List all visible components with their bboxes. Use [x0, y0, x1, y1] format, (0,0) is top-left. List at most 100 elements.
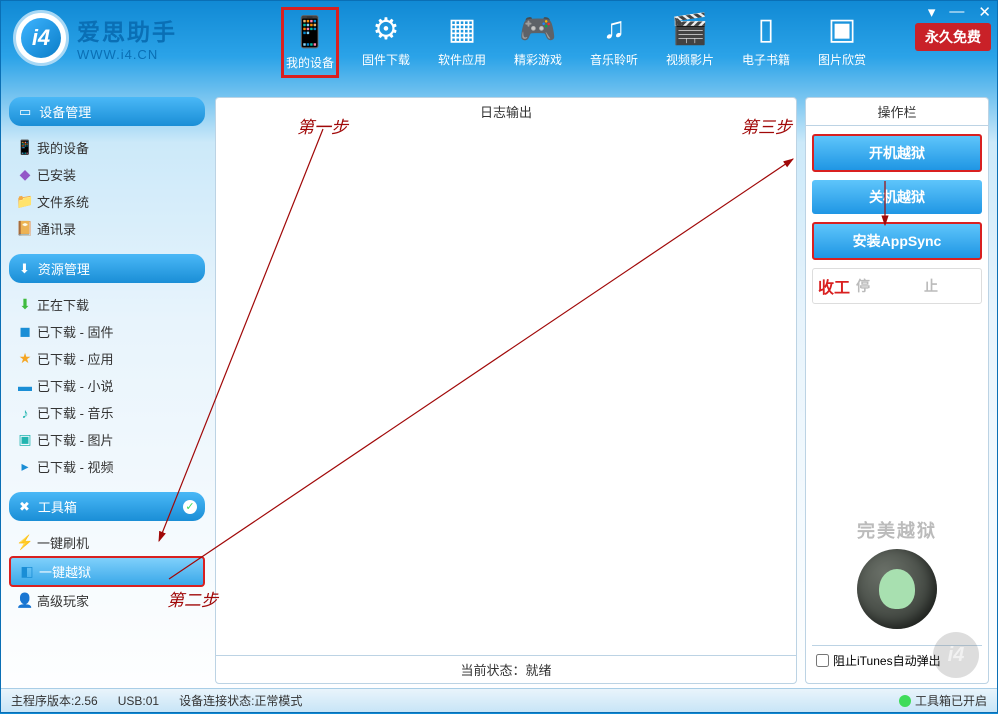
sidebar-section-label: 设备管理 — [39, 102, 91, 121]
sidebar-item-icon: 📱 — [17, 140, 33, 156]
free-badge: 永久免费 — [915, 23, 991, 51]
toolbar-icon: 🎮 — [518, 11, 558, 47]
status-prefix: 当前状态： — [460, 663, 525, 678]
toolbar-label: 电子书籍 — [742, 51, 790, 68]
sidebar-item-已下载 - 应用[interactable]: ★已下载 - 应用 — [9, 345, 205, 372]
sidebar-item-label: 文件系统 — [37, 192, 89, 211]
toolbar-图片欣赏[interactable]: ▣图片欣赏 — [813, 7, 871, 78]
sidebar-item-label: 一键越狱 — [39, 562, 91, 581]
sidebar-item-label: 正在下载 — [37, 295, 89, 314]
sidebar-item-label: 已下载 - 小说 — [37, 376, 114, 395]
check-icon: ✓ — [183, 500, 197, 514]
boot-jailbreak-button[interactable]: 开机越狱 — [812, 134, 982, 172]
logo-text: i4 — [21, 18, 61, 58]
sidebar-item-icon: ◆ — [17, 167, 33, 183]
watermark-icon: i4 — [933, 632, 979, 678]
sidebar-item-label: 一键刷机 — [37, 533, 89, 552]
sidebar-item-已下载 - 小说[interactable]: ▬已下载 - 小说 — [9, 372, 205, 399]
close-icon[interactable]: ✕ — [978, 3, 991, 21]
sidebar-item-icon: ▸ — [17, 459, 33, 475]
sidebar-item-一键刷机[interactable]: ⚡一键刷机 — [9, 529, 205, 556]
ops-header: 操作栏 — [805, 97, 989, 125]
toolbar-icon: ▣ — [822, 11, 862, 47]
toolbar-label: 固件下载 — [362, 51, 410, 68]
sidebar-item-icon: ★ — [17, 351, 33, 367]
sidebar-item-icon: ▣ — [17, 432, 33, 448]
content: 日志输出 当前状态：就绪 操作栏 开机越狱 关机越狱 安装AppSync 收工 … — [215, 97, 989, 684]
device-icon: ▭ — [19, 104, 31, 120]
dropdown-icon[interactable]: ▾ — [928, 3, 936, 21]
toolbar-icon: 📱 — [290, 14, 330, 50]
toolbar-icon: ▯ — [746, 11, 786, 47]
toolbar-我的设备[interactable]: 📱 我的设备 — [281, 7, 339, 78]
sidebar-item-label: 已下载 - 音乐 — [37, 403, 114, 422]
sidebar-section-label: 工具箱 — [38, 497, 77, 516]
toolbar-label: 软件应用 — [438, 51, 486, 68]
status-line: 当前状态：就绪 — [216, 655, 796, 683]
usb-info: USB:01 — [118, 694, 159, 708]
main-area: ▭ 设备管理 📱我的设备◆已安装📁文件系统📔通讯录 ⬇ 资源管理 ⬇正在下载◼已… — [9, 97, 989, 684]
connection-info: 设备连接状态:正常模式 — [179, 692, 302, 709]
minimize-icon[interactable]: — — [949, 3, 964, 21]
apple-icon — [879, 569, 915, 609]
app-url: WWW.i4.CN — [77, 47, 177, 62]
block-itunes-label: 阻止iTunes自动弹出 — [833, 652, 941, 669]
sidebar-item-已安装[interactable]: ◆已安装 — [9, 161, 205, 188]
wrench-icon: ✖ — [19, 499, 30, 515]
jailbreak-visual: 完美越狱 — [812, 517, 982, 637]
sidebar-item-label: 高级玩家 — [37, 591, 89, 610]
sidebar-item-label: 已下载 - 视频 — [37, 457, 114, 476]
sidebar-item-文件系统[interactable]: 📁文件系统 — [9, 188, 205, 215]
statusbar: 主程序版本:2.56 USB:01 设备连接状态:正常模式 工具箱已开启 — [1, 688, 997, 712]
logo-area: i4 爱思助手 WWW.i4.CN — [1, 10, 177, 66]
titlebar: i4 爱思助手 WWW.i4.CN ▾ — ✕ 永久免费 📱我的设备⚙固件下载▦… — [1, 1, 997, 74]
toolbar-软件应用[interactable]: ▦ 软件应用 — [433, 7, 491, 78]
sidebar-item-正在下载[interactable]: ⬇正在下载 — [9, 291, 205, 318]
toolbar-固件下载[interactable]: ⚙固件下载 — [357, 7, 415, 78]
top-toolbar: 📱 我的设备 ⚙固件下载 ▦ 软件应用 🎮 精彩游戏 ♫音乐聆听 🎬视频影片 ▯ 电子书籍 ▣图片欣赏 — [281, 7, 871, 78]
toolbar-精彩游戏[interactable]: 🎮 精彩游戏 — [509, 7, 567, 78]
sidebar-items-resource: ⬇正在下载◼已下载 - 固件★已下载 - 应用▬已下载 - 小说♪已下载 - 音… — [9, 289, 205, 486]
sidebar-item-已下载 - 固件[interactable]: ◼已下载 - 固件 — [9, 318, 205, 345]
shutdown-jailbreak-button[interactable]: 关机越狱 — [812, 180, 982, 214]
toolbar-视频影片[interactable]: 🎬视频影片 — [661, 7, 719, 78]
sidebar-item-label: 已下载 - 固件 — [37, 322, 114, 341]
toolbar-电子书籍[interactable]: ▯ 电子书籍 — [737, 7, 795, 78]
sidebar-item-一键越狱[interactable]: ◧一键越狱 — [9, 556, 205, 587]
sidebar-item-已下载 - 视频[interactable]: ▸已下载 - 视频 — [9, 453, 205, 480]
sidebar-item-label: 通讯录 — [37, 219, 76, 238]
sidebar-item-icon: ◼ — [17, 324, 33, 340]
toolbar-label: 视频影片 — [666, 51, 714, 68]
app-logo: i4 — [13, 10, 69, 66]
toolbar-label: 我的设备 — [286, 54, 334, 71]
sidebar-item-我的设备[interactable]: 📱我的设备 — [9, 134, 205, 161]
toolbar-icon: ▦ — [442, 11, 482, 47]
sidebar-item-label: 已下载 - 应用 — [37, 349, 114, 368]
sidebar-item-通讯录[interactable]: 📔通讯录 — [9, 215, 205, 242]
finish-annotation: 收工 — [818, 274, 850, 298]
jailbreak-orb-icon — [857, 549, 937, 629]
sidebar-item-label: 已安装 — [37, 165, 76, 184]
log-panel: 日志输出 当前状态：就绪 — [215, 97, 797, 684]
sidebar-item-icon: ◧ — [19, 564, 35, 580]
sidebar-item-icon: ⬇ — [17, 297, 33, 313]
sidebar-header-resource[interactable]: ⬇ 资源管理 — [9, 254, 205, 283]
download-icon: ⬇ — [19, 261, 30, 277]
block-itunes-checkbox[interactable] — [816, 654, 829, 667]
app-name: 爱思助手 — [77, 13, 177, 47]
status-value: 就绪 — [526, 663, 552, 678]
sidebar-item-icon: 📁 — [17, 194, 33, 210]
sidebar-header-tools[interactable]: ✖ 工具箱 ✓ — [9, 492, 205, 521]
toolbar-音乐聆听[interactable]: ♫音乐聆听 — [585, 7, 643, 78]
log-body — [216, 125, 796, 655]
sidebar-item-icon: 📔 — [17, 221, 33, 237]
sidebar-item-已下载 - 图片[interactable]: ▣已下载 - 图片 — [9, 426, 205, 453]
sidebar-header-device[interactable]: ▭ 设备管理 — [9, 97, 205, 126]
sidebar-item-icon: ♪ — [17, 405, 33, 421]
sidebar-item-高级玩家[interactable]: 👤高级玩家 — [9, 587, 205, 614]
toolbar-label: 精彩游戏 — [514, 51, 562, 68]
ops-body: 开机越狱 关机越狱 安装AppSync 收工 停 止 完美越狱 阻止iTunes… — [805, 125, 989, 684]
sidebar-item-已下载 - 音乐[interactable]: ♪已下载 - 音乐 — [9, 399, 205, 426]
app-title: 爱思助手 WWW.i4.CN — [77, 13, 177, 62]
install-appsync-button[interactable]: 安装AppSync — [812, 222, 982, 260]
